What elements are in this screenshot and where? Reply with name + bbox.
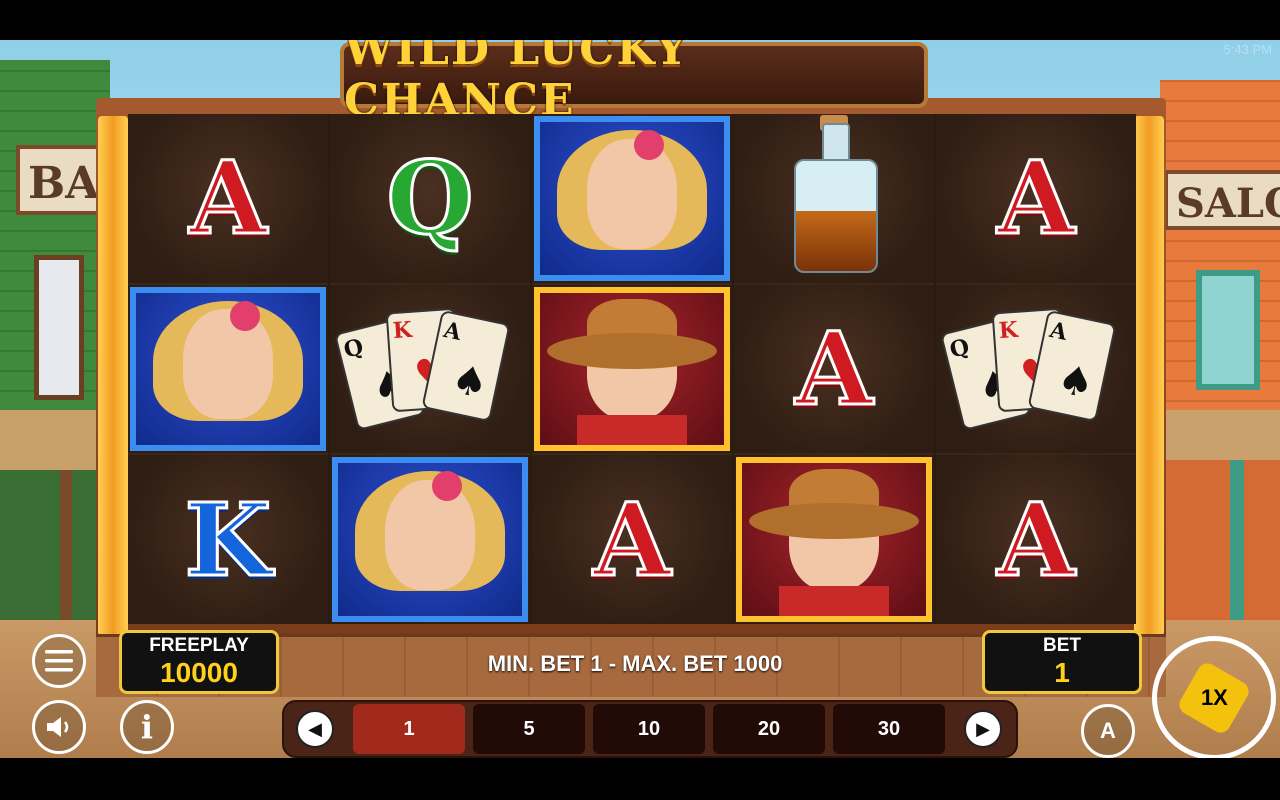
autoplay-button[interactable]: A [1081, 704, 1135, 758]
symbol-q: Q [385, 139, 475, 258]
symbol-bottle [794, 115, 878, 274]
speaker-icon [47, 717, 69, 737]
reel-cell [532, 284, 732, 454]
freeplay-panel: FREEPLAY 10000 [119, 630, 279, 694]
reel-cell: A [532, 455, 732, 624]
right-building-post [1230, 460, 1244, 630]
spin-logo-icon: 1X [1175, 659, 1253, 737]
rose-icon [634, 130, 664, 160]
spade-icon: ♠ [1053, 354, 1099, 409]
menu-button[interactable] [32, 634, 86, 688]
hamburger-icon [45, 650, 73, 672]
reel-cell: K [128, 455, 328, 624]
symbol-a: A [996, 139, 1077, 258]
game-title-plate: WILD LUCKY CHANCE [340, 40, 928, 126]
game-stage: 5:43 PM BA SALO WILD LUCKY CHANCE AKQQ♠K… [0, 40, 1280, 758]
card-rank: A [441, 316, 464, 346]
reel-cell: A [936, 114, 1136, 283]
symbol-cards: Q♠K♥A♠ [333, 304, 515, 434]
left-building-porch [0, 470, 110, 630]
symbol-a: A [794, 309, 875, 428]
symbol-lady [332, 457, 528, 622]
reel-cell: Q♠K♥A♠ [330, 284, 530, 454]
face [183, 309, 273, 420]
right-rail [1134, 116, 1164, 636]
reel-cell [128, 284, 328, 454]
symbol-lady [534, 116, 730, 281]
reel: A [532, 114, 732, 624]
bet-option-10[interactable]: 10 [593, 704, 705, 754]
scarf [779, 586, 889, 616]
reel: QQ♠K♥A♠ [330, 114, 530, 624]
symbol-a: A [996, 480, 1077, 599]
spade-icon: ♠ [447, 354, 493, 409]
reel-cell: A [128, 114, 328, 283]
symbol-cowboy [736, 457, 932, 622]
face [587, 138, 677, 249]
card-rank: K [998, 316, 1019, 345]
reel-cell: A [734, 284, 934, 454]
bet-option-30[interactable]: 30 [833, 704, 945, 754]
symbol-lady [130, 286, 326, 452]
bet-limits: MIN. BET 1 - MAX. BET 1000 [487, 651, 783, 676]
freeplay-value: 10000 [160, 657, 238, 688]
reel: AQ♠K♥A♠A [936, 114, 1136, 624]
symbol-k: K [183, 480, 273, 599]
right-building-awning [1160, 410, 1280, 460]
left-building-awning [0, 410, 110, 470]
card-rank: Q [341, 333, 367, 364]
left-building-post [60, 470, 72, 630]
card-rank: Q [947, 333, 973, 364]
right-building-sign: SALO [1164, 170, 1280, 230]
left-building: BA [0, 60, 110, 710]
reel: AK [128, 114, 328, 624]
bottle-body [794, 159, 878, 274]
face [385, 480, 475, 590]
bet-option-1[interactable]: 1 [353, 704, 465, 754]
chevron-left-icon: ◀ [308, 718, 322, 739]
autoplay-icon: A [1100, 718, 1116, 743]
chevron-right-icon: ▶ [976, 718, 990, 739]
bet-option-5[interactable]: 5 [473, 704, 585, 754]
symbol-a: A [188, 139, 269, 258]
right-building-porch [1160, 460, 1280, 630]
reel-cell: Q♠K♥A♠ [936, 284, 1136, 454]
reel-cell: A [936, 455, 1136, 624]
spin-logo-text: 1X [1200, 684, 1228, 710]
bet-label: BET [1043, 635, 1081, 656]
reel-cell [734, 455, 934, 624]
spin-button[interactable]: 1X [1152, 636, 1276, 758]
symbol-a: A [592, 480, 673, 599]
bet-option-20[interactable]: 20 [713, 704, 825, 754]
symbol-cowboy [534, 286, 730, 452]
bet-value: 1 [1054, 657, 1070, 688]
reel-grid: AKQQ♠K♥A♠AAAQ♠K♥A♠A [128, 114, 1136, 624]
reel-cell [330, 455, 530, 624]
rose-icon [230, 300, 260, 331]
sound-button[interactable] [32, 700, 86, 754]
card-rank: A [1047, 316, 1070, 346]
card-rank: K [392, 316, 413, 345]
reel: A [734, 114, 934, 624]
hat-icon [547, 332, 717, 369]
reel-cell: Q [330, 114, 530, 283]
bet-prev-button[interactable]: ◀ [296, 710, 334, 748]
bet-panel: BET 1 [982, 630, 1142, 694]
reel-cell [734, 114, 934, 283]
whiskey [796, 210, 876, 272]
freeplay-label: FREEPLAY [149, 635, 249, 656]
hat-icon [749, 503, 919, 540]
info-button[interactable]: i [120, 700, 174, 754]
right-building: SALO [1160, 80, 1280, 700]
right-building-window [1196, 270, 1260, 390]
bet-next-button[interactable]: ▶ [964, 710, 1002, 748]
left-building-window [34, 255, 84, 400]
info-icon: i [140, 708, 154, 746]
symbol-cards: Q♠K♥A♠ [939, 304, 1121, 434]
left-rail [98, 116, 128, 636]
reel-cell [532, 114, 732, 283]
scarf [577, 415, 687, 446]
status-time: 5:43 PM [1223, 42, 1272, 57]
left-building-sign: BA [16, 145, 108, 215]
